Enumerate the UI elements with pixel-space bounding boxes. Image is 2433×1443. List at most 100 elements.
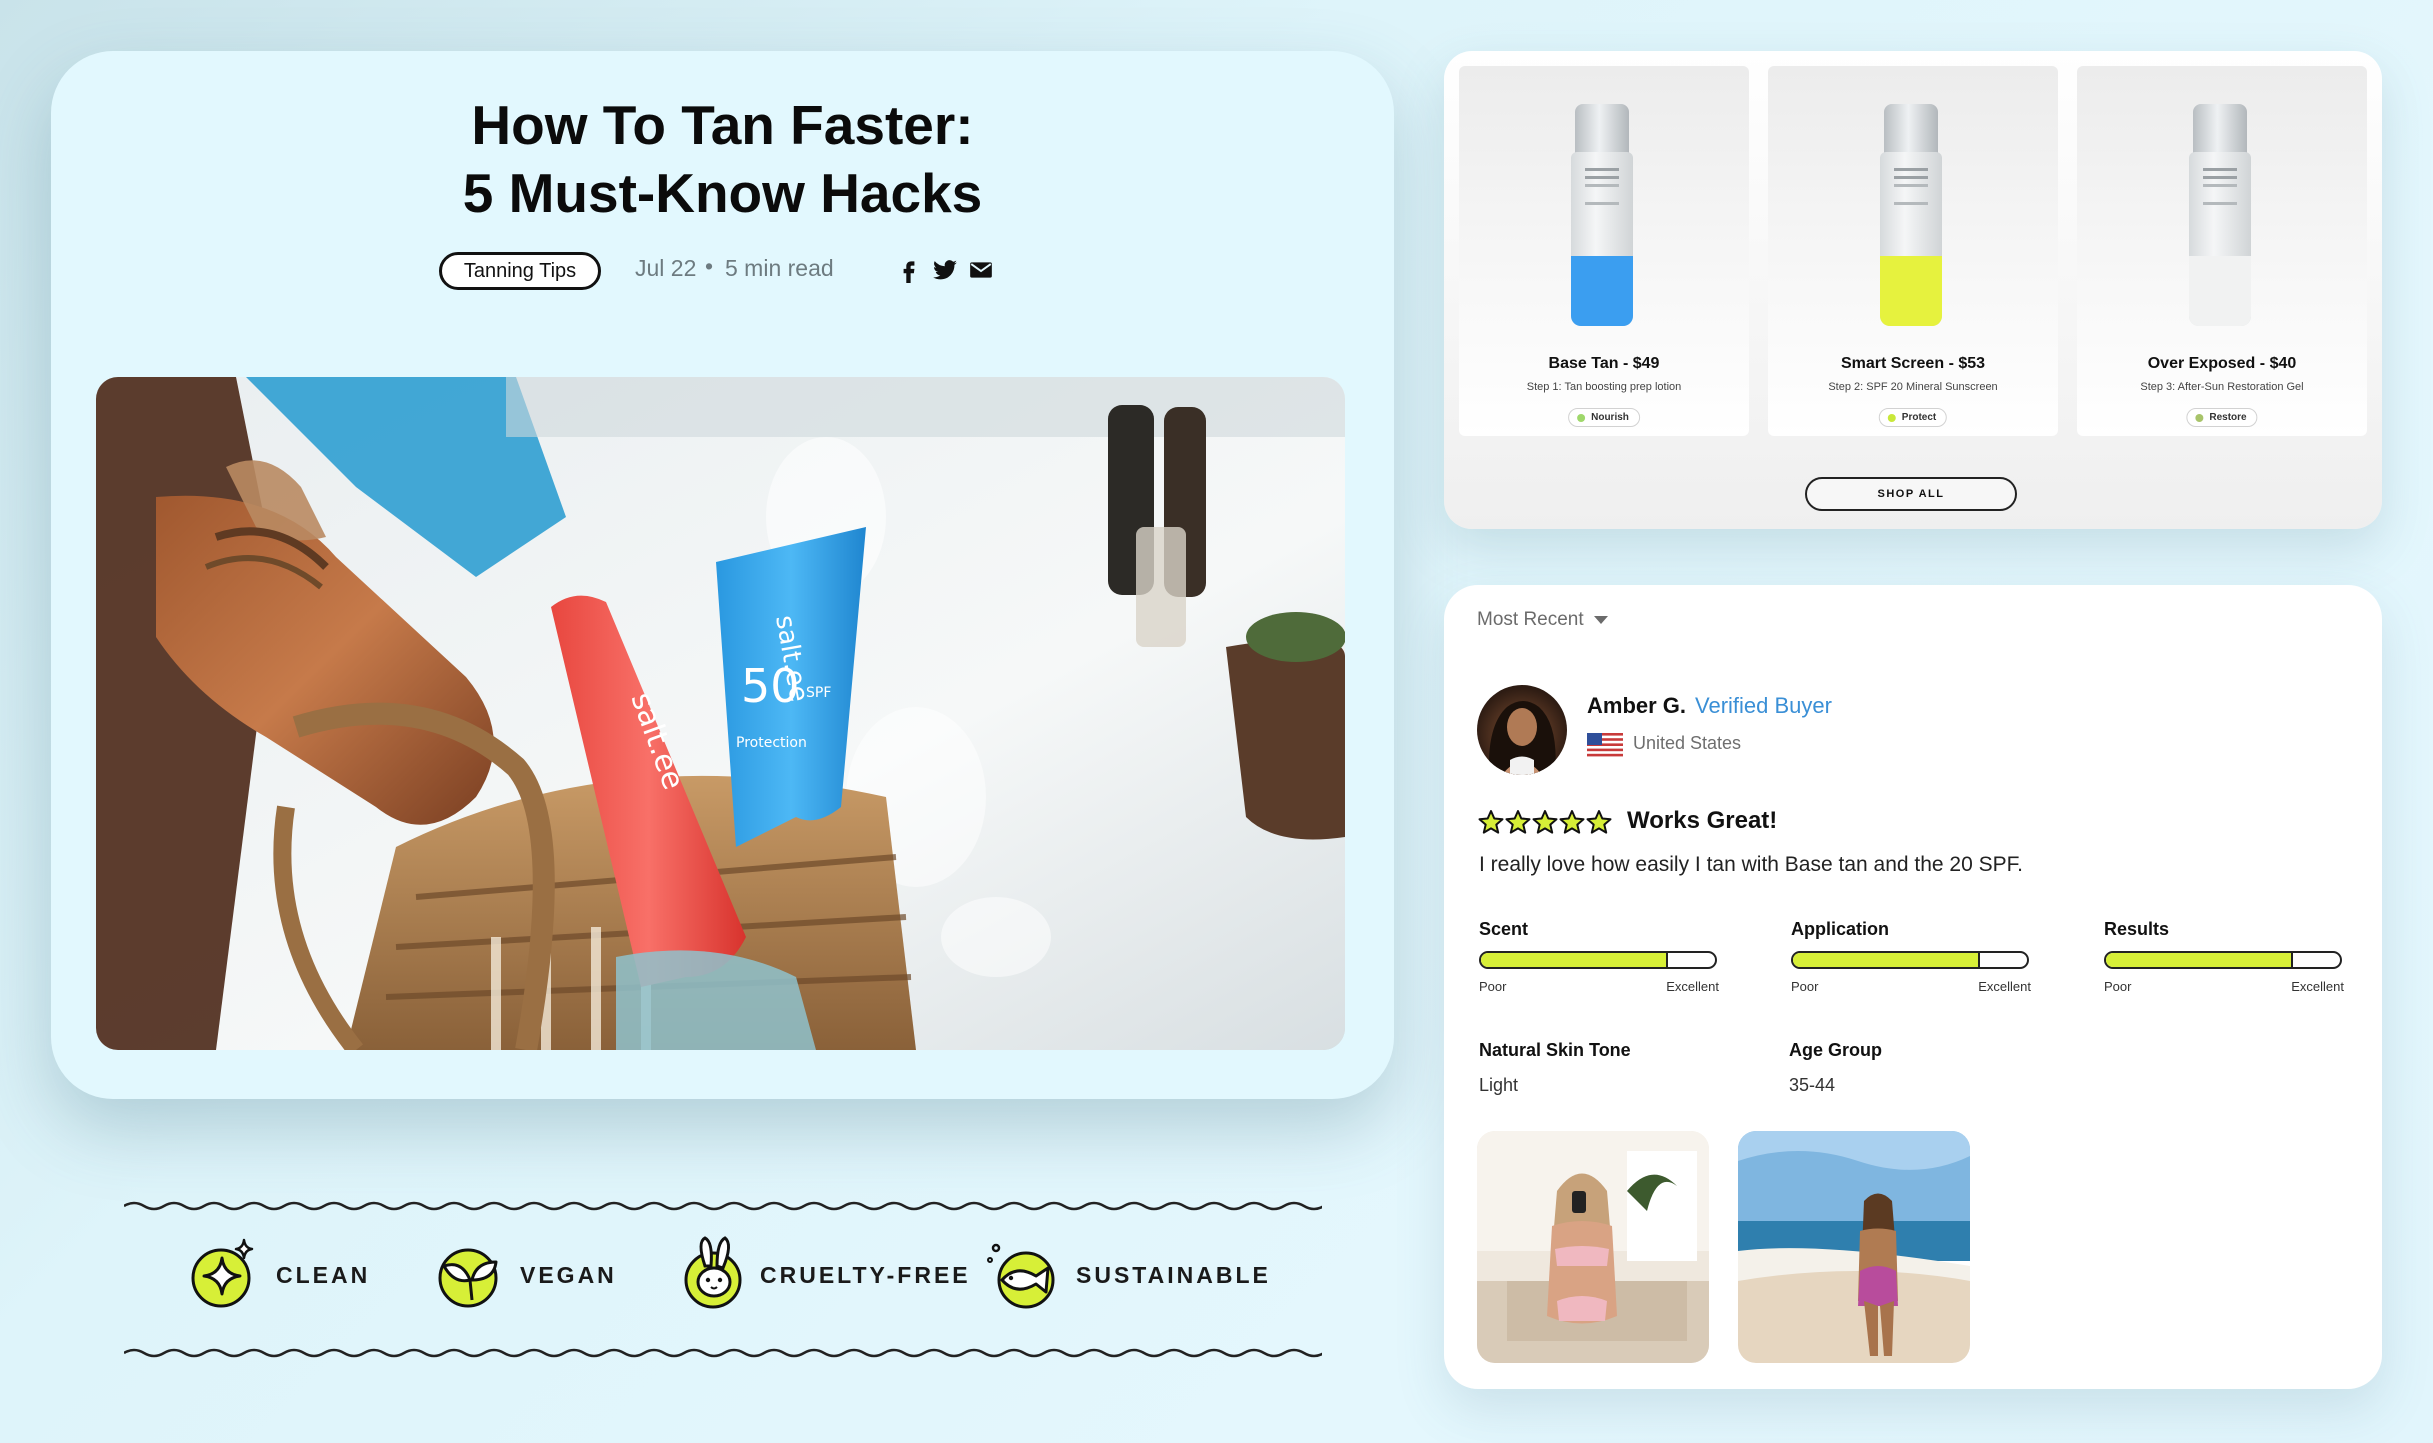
- product-price: $40: [2269, 355, 2297, 372]
- wave-divider-bottom: [124, 1346, 1322, 1360]
- us-flag-icon: [1587, 733, 1623, 757]
- product-step: Step 2: SPF 20 Mineral Sunscreen: [1828, 381, 1998, 393]
- rating-high-label: Excellent: [1978, 979, 2031, 994]
- product-name: Smart Screen: [1840, 355, 1945, 372]
- fish-icon: [986, 1236, 1060, 1310]
- sort-dropdown[interactable]: Most Recent: [1477, 609, 1608, 631]
- hero-image: salt.ee 50 SPF Protection salt.ee: [96, 377, 1345, 1050]
- facebook-icon[interactable]: [896, 257, 922, 283]
- attribute-skin-tone: Natural Skin Tone Light: [1479, 1040, 1631, 1096]
- tag-pill[interactable]: Tanning Tips: [439, 252, 601, 290]
- product-title: Smart Screen - $53: [1768, 355, 2058, 373]
- rating-results: Results Poor Excellent: [2104, 919, 2344, 994]
- product-card-base-tan[interactable]: Base Tan - $49 Step 1: Tan boosting prep…: [1459, 66, 1749, 436]
- rating-low-label: Poor: [1479, 979, 1507, 994]
- badge-label: Restore: [2209, 412, 2247, 423]
- review-card: Most Recent Amber G. Verified Buyer Unit…: [1444, 585, 2382, 1389]
- svg-text:50: 50: [741, 659, 800, 713]
- bottle-image: [2189, 104, 2251, 326]
- rating-bar: [1479, 951, 1717, 969]
- product-price: $49: [1632, 355, 1660, 372]
- attribute-label: Age Group: [1789, 1040, 1882, 1060]
- attribute-value: Light: [1479, 1075, 1519, 1095]
- review-body: I really love how easily I tan with Base…: [1479, 853, 2023, 876]
- price-separator: -: [1948, 355, 1954, 372]
- product-step: Step 3: After-Sun Restoration Gel: [2140, 381, 2304, 393]
- price-separator: -: [2259, 355, 2266, 372]
- shop-all-button[interactable]: SHOP ALL: [1805, 477, 2017, 511]
- blog-meta: Tanning Tips Jul 22 • 5 min read: [51, 249, 1394, 293]
- badge-dot-icon: [1887, 414, 1896, 422]
- rating-scent: Scent Poor Excellent: [1479, 919, 1719, 994]
- price-separator: -: [1622, 355, 1629, 372]
- leaf-icon: [432, 1236, 506, 1310]
- review-photo-2[interactable]: [1738, 1131, 1970, 1363]
- bunny-icon: [683, 1236, 757, 1310]
- rating-fill: [1793, 953, 1981, 967]
- reviewer-name: Amber G.: [1587, 693, 1687, 718]
- bottle-image: [1880, 104, 1942, 326]
- rating-fill: [1481, 953, 1669, 967]
- rating-bar: [2104, 951, 2342, 969]
- product-title: Over Exposed - $40: [2077, 355, 2367, 373]
- rating-label: Application: [1791, 919, 1889, 939]
- product-name: Base Tan: [1548, 355, 1619, 372]
- rating-application: Application Poor Excellent: [1791, 919, 2031, 994]
- badge-dot-icon: [1577, 414, 1586, 422]
- blog-card: How To Tan Faster: 5 Must-Know Hacks Tan…: [51, 51, 1394, 1099]
- rating-high-label: Excellent: [2291, 979, 2344, 994]
- beach-basket-photo: salt.ee 50 SPF Protection salt.ee: [96, 377, 1345, 1050]
- product-step: Step 1: Tan boosting prep lotion: [1526, 381, 1682, 393]
- bottle-fill: [1571, 256, 1633, 326]
- blog-title-line-2: 5 Must-Know Hacks: [462, 162, 983, 224]
- badge-label: Nourish: [1591, 412, 1629, 423]
- avatar: [1477, 685, 1567, 775]
- product-badge: Protect: [1878, 408, 1948, 427]
- product-card-smart-screen[interactable]: Smart Screen - $53 Step 2: SPF 20 Minera…: [1768, 66, 2058, 436]
- attribute-age-group: Age Group 35-44: [1789, 1040, 1882, 1096]
- product-price: $53: [1958, 355, 1986, 372]
- sparkle-icon: [188, 1236, 262, 1310]
- rating-label: Scent: [1479, 919, 1529, 939]
- bottle-image: [1571, 104, 1633, 326]
- product-name: Over Exposed: [2147, 355, 2256, 372]
- products-card: Base Tan - $49 Step 1: Tan boosting prep…: [1444, 51, 2382, 529]
- rating-low-label: Poor: [2104, 979, 2132, 994]
- sort-label: Most Recent: [1477, 609, 1584, 630]
- badge-label: Protect: [1901, 412, 1937, 423]
- read-time: 5 min read: [725, 255, 834, 281]
- five-star-rating-icon: [1477, 808, 1617, 838]
- review-photo-1[interactable]: [1477, 1131, 1709, 1363]
- product-badge: Restore: [2186, 408, 2258, 427]
- meta-separator: •: [705, 253, 714, 279]
- mail-icon[interactable]: [968, 257, 994, 283]
- badge-dot-icon: [2195, 414, 2204, 422]
- bottle-fill: [2189, 256, 2251, 326]
- reviewer-country: United States: [1633, 733, 1742, 753]
- attribute-value: 35-44: [1789, 1075, 1836, 1095]
- post-date: Jul 22: [635, 255, 697, 281]
- feature-label: SUSTAINABLE: [1076, 1262, 1271, 1288]
- product-title: Base Tan - $49: [1459, 355, 1749, 373]
- rating-low-label: Poor: [1791, 979, 1819, 994]
- rating-bar: [1791, 951, 2029, 969]
- product-card-over-exposed[interactable]: Over Exposed - $40 Step 3: After-Sun Res…: [2077, 66, 2367, 436]
- product-badge: Nourish: [1568, 408, 1640, 427]
- wave-divider-top: [124, 1199, 1322, 1213]
- svg-text:SPF: SPF: [806, 685, 831, 701]
- feature-label: VEGAN: [520, 1262, 617, 1288]
- verified-buyer-label: Verified Buyer: [1695, 693, 1832, 718]
- rating-fill: [2106, 953, 2294, 967]
- feature-label: CLEAN: [276, 1262, 371, 1288]
- svg-text:Protection: Protection: [736, 735, 807, 751]
- attribute-label: Natural Skin Tone: [1479, 1040, 1631, 1060]
- caret-down-icon: [1593, 615, 1608, 624]
- blog-title: How To Tan Faster: 5 Must-Know Hacks: [51, 91, 1394, 227]
- blog-title-line-1: How To Tan Faster:: [471, 94, 974, 156]
- rating-high-label: Excellent: [1666, 979, 1719, 994]
- rating-label: Results: [2104, 919, 2170, 939]
- feature-label: CRUELTY-FREE: [760, 1262, 971, 1288]
- review-title: Works Great!: [1627, 807, 1778, 834]
- twitter-icon[interactable]: [932, 257, 958, 283]
- bottle-fill: [1880, 256, 1942, 326]
